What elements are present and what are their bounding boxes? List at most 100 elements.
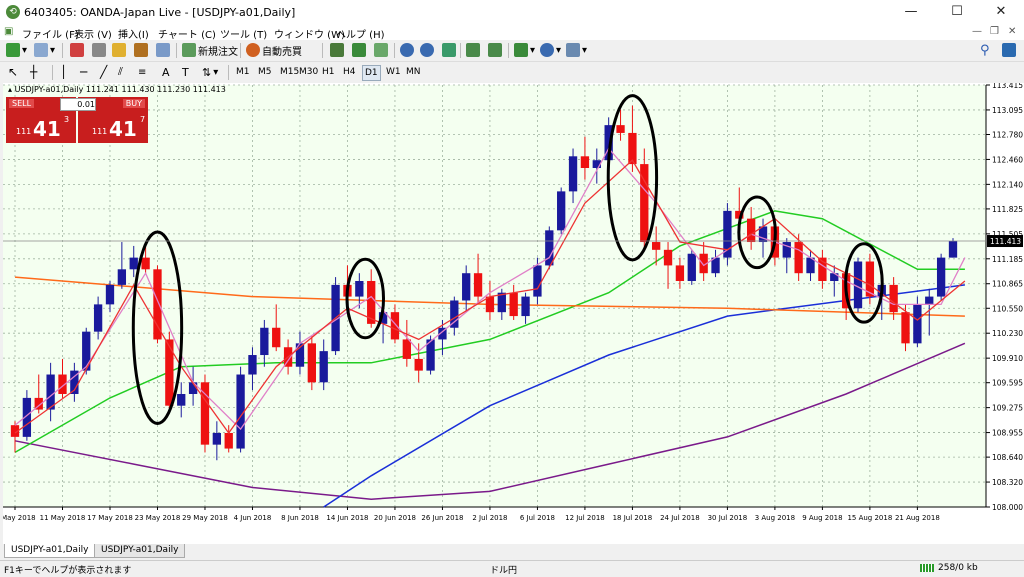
current-price-label: 111.413 xyxy=(990,237,1021,246)
chart-window[interactable]: 113.415 113.095 112.780 112.460 112.140 111.8… xyxy=(0,81,1024,544)
buy-price-big: 41 xyxy=(109,117,137,141)
menu-view[interactable]: 表示 (V) xyxy=(74,26,112,41)
text-tool[interactable]: A xyxy=(162,64,170,80)
new-order-button[interactable]: 新規注文 xyxy=(182,42,238,58)
x-tick-label: 29 May 2018 xyxy=(182,514,228,522)
indicators-icon xyxy=(514,43,528,57)
zoom-out-button[interactable] xyxy=(420,42,434,58)
x-tick-label: 15 Aug 2018 xyxy=(847,514,892,522)
y-tick-label: 108.640 xyxy=(992,453,1023,462)
candle-body xyxy=(224,432,233,449)
lot-size-input[interactable]: 0.01 xyxy=(60,98,96,111)
cursor-tool[interactable]: ↖ xyxy=(8,64,18,80)
fibonacci-tool[interactable]: ≡ xyxy=(138,64,146,80)
y-tick-label: 109.595 xyxy=(992,379,1023,388)
line-chart-button[interactable] xyxy=(374,42,388,58)
chart-shift-button[interactable] xyxy=(466,42,480,58)
data-window-button[interactable] xyxy=(112,42,126,58)
menu-window[interactable]: ウィンドウ (W) xyxy=(274,26,345,41)
candle-body xyxy=(272,327,281,348)
restore-child-icon[interactable]: ❐ xyxy=(990,26,999,37)
timeframe-m30[interactable]: M30 xyxy=(297,65,320,79)
search-icon: ⚲ xyxy=(980,42,990,58)
candle-body xyxy=(105,284,115,305)
x-tick-label: 12 Jul 2018 xyxy=(565,514,605,522)
horizontal-line-tool[interactable]: ─ xyxy=(80,64,87,80)
minimize-child-icon[interactable]: — xyxy=(972,26,982,37)
x-tick-label: 20 Jun 2018 xyxy=(374,514,416,522)
autoscroll-button[interactable] xyxy=(488,42,502,58)
menu-chart[interactable]: チャート (C) xyxy=(158,26,216,41)
timeframe-m1[interactable]: M1 xyxy=(234,65,252,79)
community-button[interactable] xyxy=(1002,42,1016,58)
y-tick-label: 110.230 xyxy=(992,329,1023,338)
zoom-in-button[interactable] xyxy=(400,42,414,58)
timeframe-h1[interactable]: H1 xyxy=(320,65,337,79)
candle-body xyxy=(616,125,625,133)
buy-label: BUY xyxy=(122,99,145,108)
templates-icon xyxy=(566,43,580,57)
tile-windows-button[interactable] xyxy=(442,42,456,58)
toolbar-separator xyxy=(62,43,63,58)
candle-body xyxy=(165,339,174,406)
periods-button[interactable]: ▾ xyxy=(540,42,561,58)
candle-body xyxy=(533,265,542,297)
candle-body xyxy=(675,265,685,281)
sell-price-prefix: 111 xyxy=(16,127,32,136)
y-tick-label: 110.550 xyxy=(992,304,1023,313)
channel-tool[interactable]: ⫽ xyxy=(118,64,123,80)
crosshair-tool[interactable]: ┼ xyxy=(30,64,37,80)
trendline-tool[interactable]: ╱ xyxy=(100,64,107,80)
tab-chart-1[interactable]: USDJPY-a01,Daily xyxy=(4,544,96,558)
label-tool[interactable]: T xyxy=(182,64,189,80)
price-chart[interactable]: 113.415 113.095 112.780 112.460 112.140 111.8… xyxy=(0,81,1024,544)
toolbar-separator xyxy=(508,43,509,58)
close-child-icon[interactable]: ✕ xyxy=(1008,26,1016,37)
timeframe-m5[interactable]: M5 xyxy=(256,65,274,79)
timeframe-w1[interactable]: W1 xyxy=(384,65,403,79)
menu-help[interactable]: ヘルプ (H) xyxy=(336,26,385,41)
profiles-button[interactable]: ▾ xyxy=(34,42,55,58)
candle-body xyxy=(925,296,934,305)
line-chart-icon xyxy=(374,43,388,57)
terminal-button[interactable] xyxy=(134,42,148,58)
auto-trading-label: 自動売買 xyxy=(262,46,302,58)
search-button[interactable]: ⚲ xyxy=(980,42,990,58)
status-traffic: 258/0 kb xyxy=(938,563,978,573)
minimize-icon[interactable]: — xyxy=(888,0,934,24)
y-tick-label: 113.415 xyxy=(992,83,1023,90)
buy-price-prefix: 111 xyxy=(92,127,108,136)
market-watch-button[interactable] xyxy=(70,42,84,58)
close-icon[interactable]: ✕ xyxy=(978,0,1024,24)
new-chart-button[interactable]: ▾ xyxy=(6,42,27,58)
auto-trading-button[interactable]: 自動売買 xyxy=(246,42,302,58)
navigator-button[interactable] xyxy=(92,42,106,58)
candle-chart-button[interactable] xyxy=(352,42,366,58)
candle-body xyxy=(901,312,910,344)
tab-chart-2[interactable]: USDJPY-a01,Daily xyxy=(94,544,186,558)
maximize-icon[interactable]: ☐ xyxy=(934,0,980,24)
menu-tools[interactable]: ツール (T) xyxy=(220,26,267,41)
crosshair-icon: ┼ xyxy=(30,65,38,79)
candle-body xyxy=(568,156,578,192)
vertical-line-tool[interactable]: │ xyxy=(60,64,67,80)
chart-menu-icon[interactable]: ▣ xyxy=(4,26,13,37)
x-tick-label: 11 May 2018 xyxy=(40,514,86,522)
x-tick-label: 17 May 2018 xyxy=(87,514,133,522)
tester-button[interactable] xyxy=(156,42,170,58)
indicators-button[interactable]: ▾ xyxy=(514,42,535,58)
timeframe-h4[interactable]: H4 xyxy=(341,65,358,79)
timeframe-mn[interactable]: MN xyxy=(404,65,423,79)
y-tick-label: 108.320 xyxy=(992,478,1023,487)
line-studies-toolbar: ↖ ┼ │ ─ ╱ ⫽ ≡ A T ⇅ ▾ M1 M5 M15 M30 H1 H4… xyxy=(0,62,1024,83)
menu-file[interactable]: ファイル (F) xyxy=(22,26,79,41)
x-tick-label: 8 Jun 2018 xyxy=(281,514,319,522)
timeframe-d1[interactable]: D1 xyxy=(362,65,381,81)
bar-chart-button[interactable] xyxy=(330,42,344,58)
templates-button[interactable]: ▾ xyxy=(566,42,587,58)
candle-body xyxy=(580,156,590,168)
market-watch-icon xyxy=(70,43,84,57)
y-tick-label: 111.185 xyxy=(992,255,1023,264)
arrows-tool[interactable]: ⇅ ▾ xyxy=(202,64,218,80)
menu-insert[interactable]: 挿入(I) xyxy=(118,26,149,41)
